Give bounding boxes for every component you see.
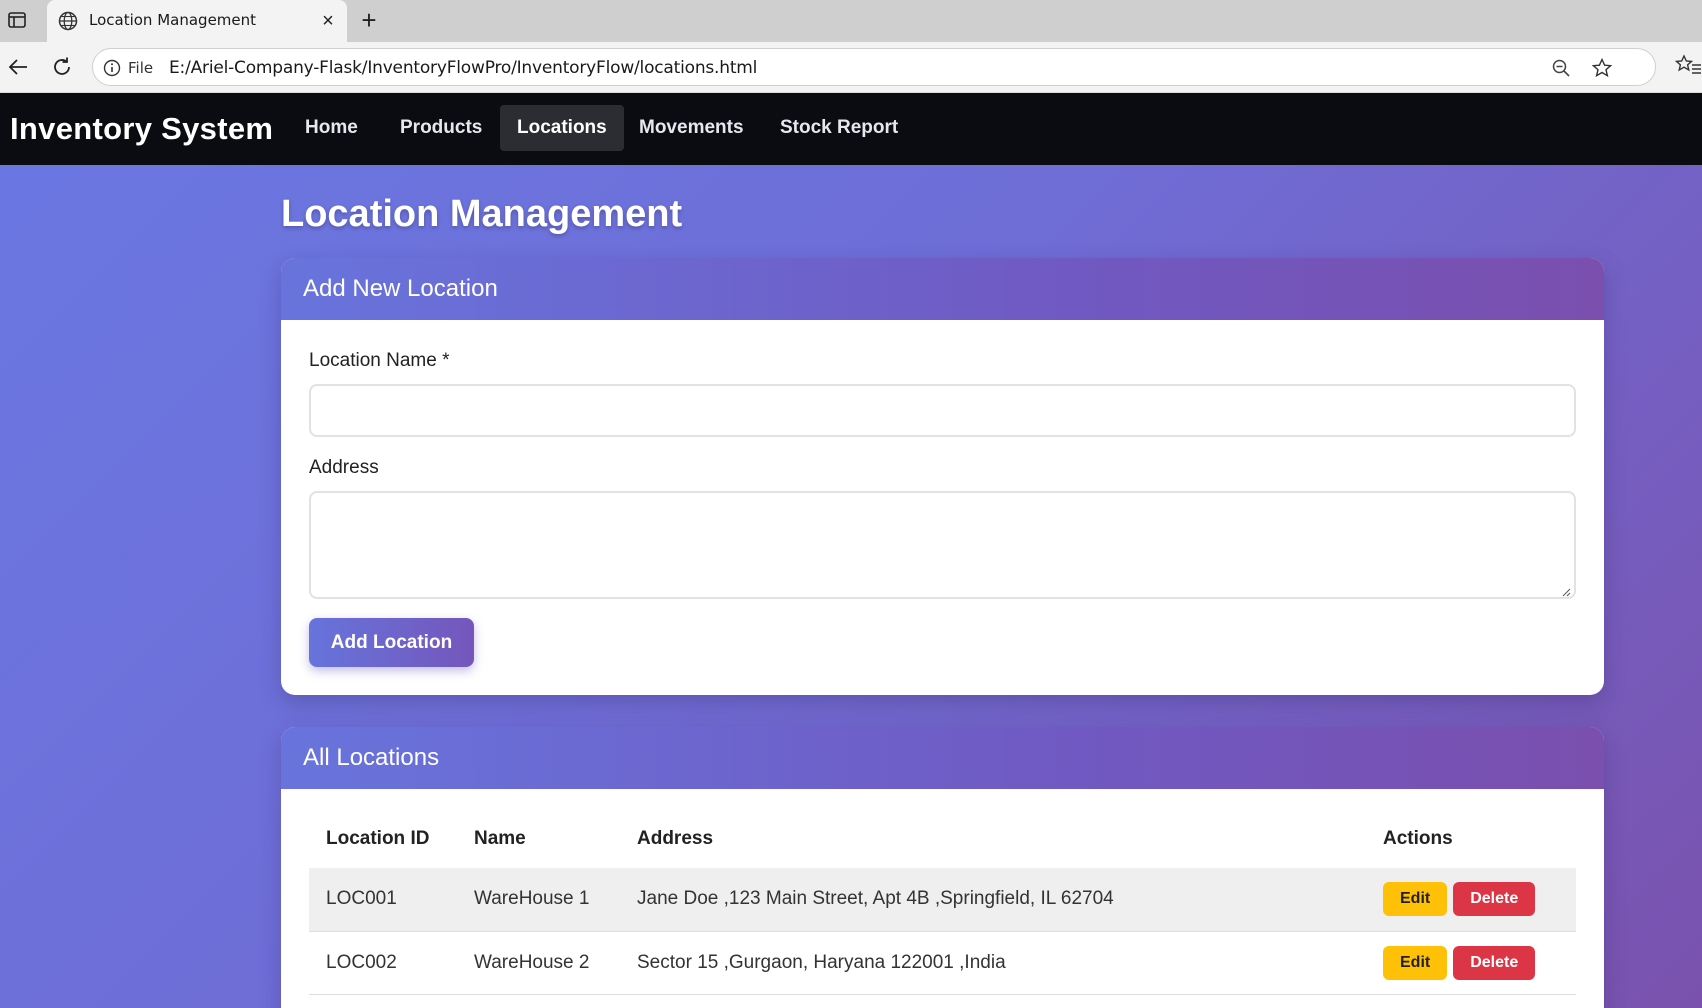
add-location-card-header: Add New Location [281,258,1604,320]
new-tab-icon[interactable]: + [355,7,383,35]
page-title: Location Management [281,193,683,235]
zoom-out-icon[interactable] [1551,58,1571,78]
delete-button[interactable]: Delete [1453,882,1536,917]
column-header-address: Address [637,828,714,849]
favorites-icon[interactable] [1674,52,1702,80]
cell-location-id: LOC001 [309,868,457,932]
table-row: LOC002 WareHouse 2 Sector 15 ,Gurgaon, H… [309,931,1576,995]
cell-location-id: LOC002 [309,931,457,995]
locations-table: Location ID Name Address Actions LOC001 … [309,810,1576,995]
resize-handle-icon[interactable] [1561,584,1571,597]
location-name-input[interactable] [309,384,1576,437]
browser-toolbar: File E:/Ariel-Company-Flask/InventoryFlo… [0,42,1702,93]
sidebar-toggle-icon[interactable] [6,9,28,31]
nav-stock-report[interactable]: Stock Report [763,105,915,151]
address-bar[interactable]: File E:/Ariel-Company-Flask/InventoryFlo… [92,48,1656,86]
page-viewport: Inventory System Home Products Locations… [0,93,1702,1008]
cell-name: WareHouse 2 [457,931,620,995]
nav-home[interactable]: Home [288,105,375,151]
add-location-form: Location Name * Address Add Location [281,320,1604,695]
cell-address: Sector 15 ,Gurgaon, Haryana 122001 ,Indi… [620,931,1366,995]
column-header-location-id: Location ID [326,828,430,849]
browser-tab[interactable]: Location Management × [47,0,347,42]
back-arrow-icon[interactable] [3,52,33,82]
edit-button[interactable]: Edit [1383,882,1448,917]
cell-actions: Edit Delete [1366,868,1576,932]
nav-movements[interactable]: Movements [622,105,761,151]
add-location-button[interactable]: Add Location [309,618,474,667]
column-header-actions: Actions [1383,828,1453,849]
close-tab-icon[interactable]: × [317,10,339,32]
cell-name: WareHouse 1 [457,868,620,932]
brand-logo-text[interactable]: Inventory System [10,111,273,147]
top-navbar: Inventory System Home Products Locations… [0,93,1702,165]
browser-tab-strip: Location Management × + [0,0,1702,42]
table-header-row: Location ID Name Address Actions [309,810,1576,868]
info-icon[interactable] [103,59,121,77]
locations-table-container: Location ID Name Address Actions LOC001 … [281,789,1604,1008]
column-header-name: Name [474,828,526,849]
edit-button[interactable]: Edit [1383,945,1448,980]
cell-actions: Edit Delete [1366,931,1576,995]
table-row: LOC001 WareHouse 1 Jane Doe ,123 Main St… [309,868,1576,932]
delete-button[interactable]: Delete [1453,945,1536,980]
star-icon[interactable] [1591,57,1613,79]
location-name-label: Location Name * [309,350,450,371]
all-locations-card: All Locations Location ID Name Address A… [281,727,1604,1008]
url-text[interactable]: E:/Ariel-Company-Flask/InventoryFlowPro/… [169,58,757,78]
address-label: Address [309,457,379,478]
nav-locations[interactable]: Locations [500,105,624,151]
url-scheme-label: File [128,59,154,77]
tab-title: Location Management [89,11,257,29]
add-location-card: Add New Location Location Name * Address… [281,258,1604,695]
address-textarea[interactable] [309,491,1576,599]
all-locations-card-header: All Locations [281,727,1604,789]
reload-icon[interactable] [47,52,77,82]
globe-icon [57,10,79,32]
cell-address: Jane Doe ,123 Main Street, Apt 4B ,Sprin… [620,868,1366,932]
nav-products[interactable]: Products [383,105,499,151]
